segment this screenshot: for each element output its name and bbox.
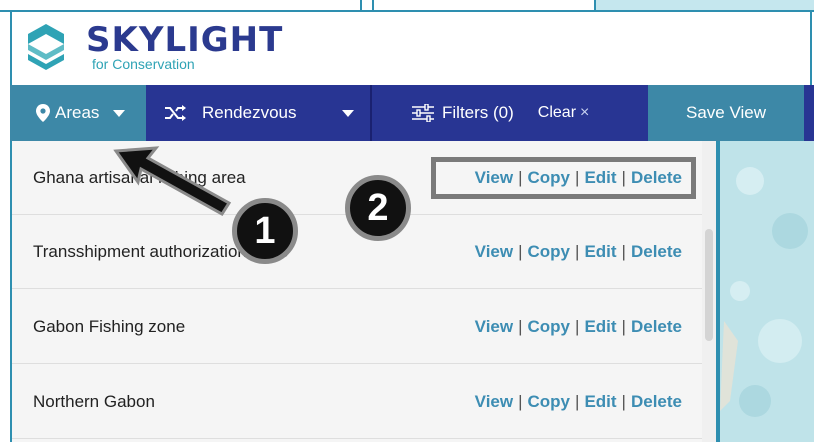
sliders-icon bbox=[412, 104, 434, 122]
step-badge-1: 1 bbox=[232, 198, 298, 264]
separator: | bbox=[518, 317, 523, 336]
separator: | bbox=[518, 392, 523, 411]
row-actions: View | Copy | Edit | Delete bbox=[475, 215, 682, 289]
delete-link[interactable]: Delete bbox=[631, 242, 682, 261]
logo-tagline: for Conservation bbox=[92, 56, 195, 72]
top-strip-segment bbox=[0, 0, 362, 10]
separator: | bbox=[575, 242, 580, 261]
copy-link[interactable]: Copy bbox=[528, 242, 571, 261]
scrollbar-thumb[interactable] bbox=[705, 229, 713, 341]
area-name: Gabon Fishing zone bbox=[33, 317, 186, 336]
clear-filters-button[interactable]: Clear bbox=[538, 104, 576, 122]
view-link[interactable]: View bbox=[475, 242, 513, 261]
row-actions: View | Copy | Edit | Delete bbox=[475, 365, 682, 439]
chevron-down-icon bbox=[113, 109, 126, 117]
edit-link[interactable]: Edit bbox=[584, 317, 616, 336]
areas-dropdown[interactable]: Areas bbox=[10, 85, 146, 141]
top-strip-map bbox=[596, 0, 814, 10]
separator: | bbox=[621, 392, 626, 411]
actions-highlight-box bbox=[431, 157, 696, 199]
list-scrollbar[interactable] bbox=[702, 141, 716, 442]
top-strip bbox=[0, 0, 814, 10]
separator: | bbox=[621, 242, 626, 261]
step-badge-2: 2 bbox=[345, 175, 411, 241]
areas-label: Areas bbox=[55, 103, 100, 122]
row-actions: View | Copy | Edit | Delete bbox=[475, 290, 682, 364]
filters-button[interactable]: Filters (0) Clear × bbox=[372, 85, 634, 141]
shuffle-icon bbox=[165, 105, 186, 121]
rendezvous-dropdown[interactable]: Rendezvous bbox=[146, 85, 372, 141]
area-name: Ghana artisanal fishing area bbox=[33, 168, 246, 187]
delete-link[interactable]: Delete bbox=[631, 392, 682, 411]
map-texture bbox=[720, 141, 814, 442]
top-strip-segment bbox=[372, 0, 596, 10]
separator: | bbox=[575, 317, 580, 336]
edit-link[interactable]: Edit bbox=[584, 242, 616, 261]
chevron-down-icon bbox=[342, 109, 354, 117]
skylight-logo-icon bbox=[28, 24, 64, 70]
filters-label: Filters (0) bbox=[442, 103, 514, 122]
save-view-button[interactable]: Save View bbox=[648, 85, 804, 141]
area-name: Northern Gabon bbox=[33, 392, 155, 411]
logo-wordmark: SKYLIGHT bbox=[86, 20, 284, 60]
separator: | bbox=[575, 392, 580, 411]
separator: | bbox=[518, 242, 523, 261]
list-item: Northern Gabon View | Copy | Edit | Delete bbox=[12, 365, 704, 439]
delete-link[interactable]: Delete bbox=[631, 317, 682, 336]
list-item: Gabon Fishing zone View | Copy | Edit | Delete bbox=[12, 290, 704, 364]
map-pin-icon bbox=[36, 104, 50, 122]
rendezvous-label: Rendezvous bbox=[202, 103, 297, 122]
close-icon[interactable]: × bbox=[580, 104, 589, 122]
map-view[interactable] bbox=[716, 141, 814, 442]
view-link[interactable]: View bbox=[475, 317, 513, 336]
toolbar: Areas Rendezvous Filters (0) Clear × Sav… bbox=[10, 85, 814, 141]
edit-link[interactable]: Edit bbox=[584, 392, 616, 411]
app-header: SKYLIGHT for Conservation bbox=[0, 10, 814, 85]
copy-link[interactable]: Copy bbox=[528, 317, 571, 336]
copy-link[interactable]: Copy bbox=[528, 392, 571, 411]
view-link[interactable]: View bbox=[475, 392, 513, 411]
logo[interactable]: SKYLIGHT for Conservation bbox=[10, 12, 812, 85]
separator: | bbox=[621, 317, 626, 336]
